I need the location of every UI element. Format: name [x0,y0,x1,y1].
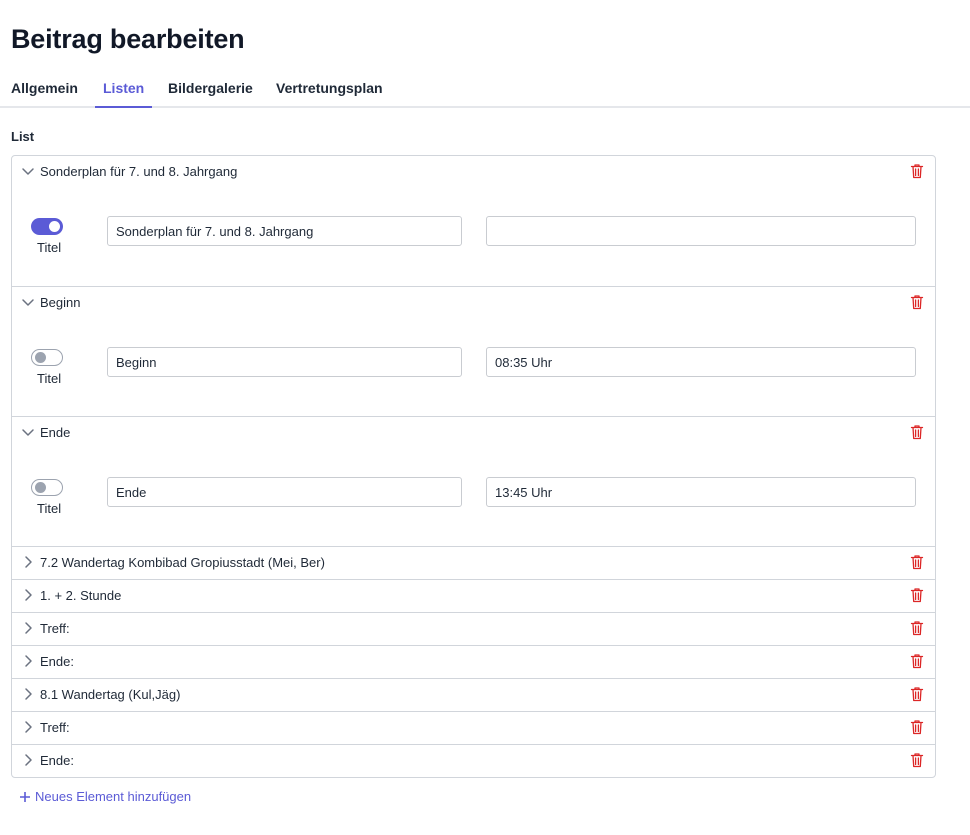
toggle-knob [35,482,46,493]
trash-icon[interactable] [910,163,924,179]
tab-bar: Allgemein Listen Bildergalerie Vertretun… [0,70,970,108]
trash-icon[interactable] [910,653,924,669]
list-item-title: Treff: [40,621,70,636]
list-item: Beginn Titel [12,286,935,416]
page-title: Beitrag bearbeiten [11,24,245,54]
list-item-header[interactable]: Treff: [12,613,935,645]
list-item: Ende: [12,645,935,678]
trash-icon[interactable] [910,424,924,440]
list-item-header[interactable]: 7.2 Wandertag Kombibad Gropiusstadt (Mei… [12,547,935,579]
chevron-down-icon[interactable] [21,295,35,309]
list-section-label: List [11,129,35,144]
chevron-right-icon[interactable] [21,588,35,602]
plus-icon [20,791,30,802]
list-item-title: 1. + 2. Stunde [40,588,122,603]
list-item-header[interactable]: Treff: [12,712,935,744]
item-key-input[interactable] [107,347,462,377]
chevron-down-icon[interactable] [21,425,35,439]
trash-icon[interactable] [910,587,924,603]
list-container: Sonderplan für 7. und 8. JahrgangTitelBe… [11,155,936,778]
toggle-knob [49,221,60,232]
list-item: Treff: [12,612,935,645]
trash-icon[interactable] [910,294,924,310]
chevron-right-icon[interactable] [21,687,35,701]
tab-listen[interactable]: Listen [95,80,153,108]
list-item-title: 8.1 Wandertag (Kul,Jäg) [40,687,181,702]
list-item-title: Ende: [40,654,74,669]
toggle-label: Titel [37,501,62,516]
list-item: Ende: [12,744,935,777]
add-element-button[interactable]: Neues Element hinzufügen [19,789,191,804]
tab-vertretungsplan[interactable]: Vertretungsplan [276,80,383,106]
title-toggle[interactable] [31,479,63,496]
toggle-label: Titel [37,371,62,386]
list-item: 1. + 2. Stunde [12,579,935,612]
list-item: Treff: [12,711,935,744]
chevron-right-icon[interactable] [21,720,35,734]
trash-icon[interactable] [910,686,924,702]
list-item-header[interactable]: Ende: [12,745,935,777]
title-toggle[interactable] [31,218,63,235]
item-value-input[interactable] [486,347,916,377]
list-item-title: Ende [40,425,71,440]
list-item-header[interactable]: 1. + 2. Stunde [12,580,935,612]
title-toggle[interactable] [31,349,63,366]
list-item-header[interactable]: Ende: [12,646,935,678]
item-value-input[interactable] [486,216,916,246]
trash-icon[interactable] [910,620,924,636]
item-key-input[interactable] [107,216,462,246]
trash-icon[interactable] [910,719,924,735]
list-item-title: Ende: [40,753,74,768]
list-item-title: 7.2 Wandertag Kombibad Gropiusstadt (Mei… [40,555,325,570]
item-key-input[interactable] [107,477,462,507]
list-item: Sonderplan für 7. und 8. Jahrgang Titel [12,156,935,286]
chevron-right-icon[interactable] [21,753,35,767]
list-item: Ende Titel [12,416,935,546]
tab-bildergalerie[interactable]: Bildergalerie [168,80,253,106]
toggle-knob [35,352,46,363]
trash-icon[interactable] [910,554,924,570]
list-item: 7.2 Wandertag Kombibad Gropiusstadt (Mei… [12,546,935,579]
trash-icon[interactable] [910,752,924,768]
add-element-label: Neues Element hinzufügen [35,789,192,804]
list-item-header[interactable]: 8.1 Wandertag (Kul,Jäg) [12,679,935,711]
list-item-title: Beginn [40,295,81,310]
list-item-header[interactable]: Beginn [12,287,935,319]
list-item-title: Sonderplan für 7. und 8. Jahrgang [40,164,238,179]
chevron-down-icon[interactable] [21,164,35,178]
toggle-label: Titel [37,240,62,255]
chevron-right-icon[interactable] [21,555,35,569]
list-item-title: Treff: [40,720,70,735]
item-value-input[interactable] [486,477,916,507]
chevron-right-icon[interactable] [21,654,35,668]
list-item-header[interactable]: Ende [12,417,935,449]
list-item-header[interactable]: Sonderplan für 7. und 8. Jahrgang [12,156,935,188]
tab-allgemein[interactable]: Allgemein [11,80,78,106]
list-item: 8.1 Wandertag (Kul,Jäg) [12,678,935,711]
chevron-right-icon[interactable] [21,621,35,635]
